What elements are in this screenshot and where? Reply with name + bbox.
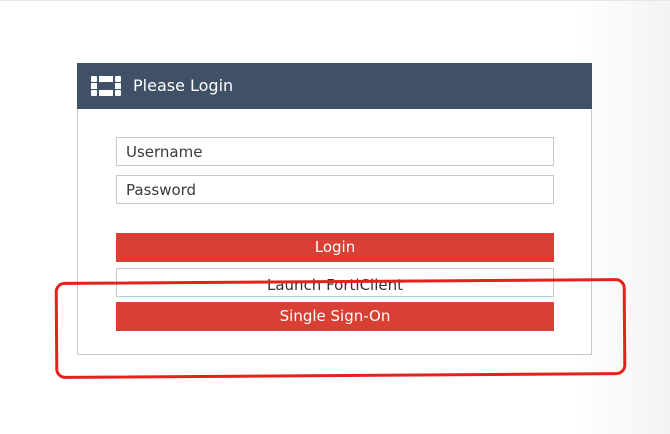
panel-header: Please Login xyxy=(77,63,592,109)
login-button[interactable]: Login xyxy=(116,233,554,262)
launch-forticlient-button[interactable]: Launch FortiClient xyxy=(116,268,554,297)
page: Please Login Login Launch FortiClient Si… xyxy=(0,0,670,434)
username-input[interactable] xyxy=(116,137,554,166)
password-input[interactable] xyxy=(116,175,554,204)
login-panel: Please Login Login Launch FortiClient Si… xyxy=(77,63,592,355)
page-title: Please Login xyxy=(133,76,234,95)
single-sign-on-button[interactable]: Single Sign-On xyxy=(116,302,554,331)
fortinet-logo-icon xyxy=(91,76,121,96)
